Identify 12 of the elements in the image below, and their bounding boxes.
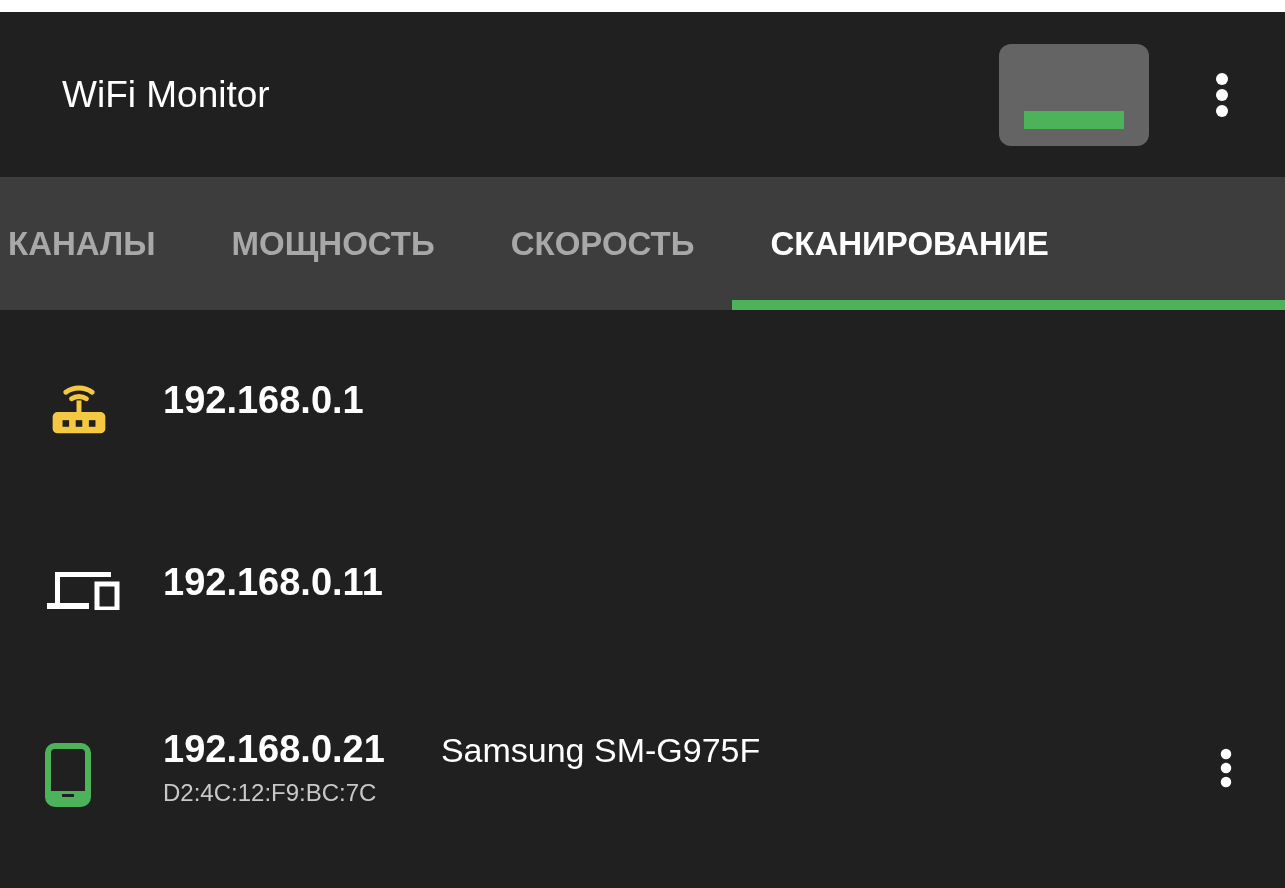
ip-address: 192.168.0.11 [163,561,383,604]
tab[interactable]: СКОРОСТЬ [472,177,733,310]
ip-address: 192.168.0.21 [163,728,385,771]
app-title: WiFi Monitor [62,73,270,116]
tab[interactable]: КАНАЛЫ [0,177,194,310]
ip-address: 192.168.0.1 [163,378,364,422]
mac-address: D2:4C:12:F9:BC:7C [163,779,378,807]
tab[interactable]: СКАНИРОВАНИЕ [732,177,1285,310]
more-icon[interactable] [1214,72,1230,117]
device-name: Samsung SM-G975F [440,731,761,770]
more-icon[interactable] [1219,747,1233,788]
tab[interactable]: МОЩНОСТЬ [193,177,473,310]
